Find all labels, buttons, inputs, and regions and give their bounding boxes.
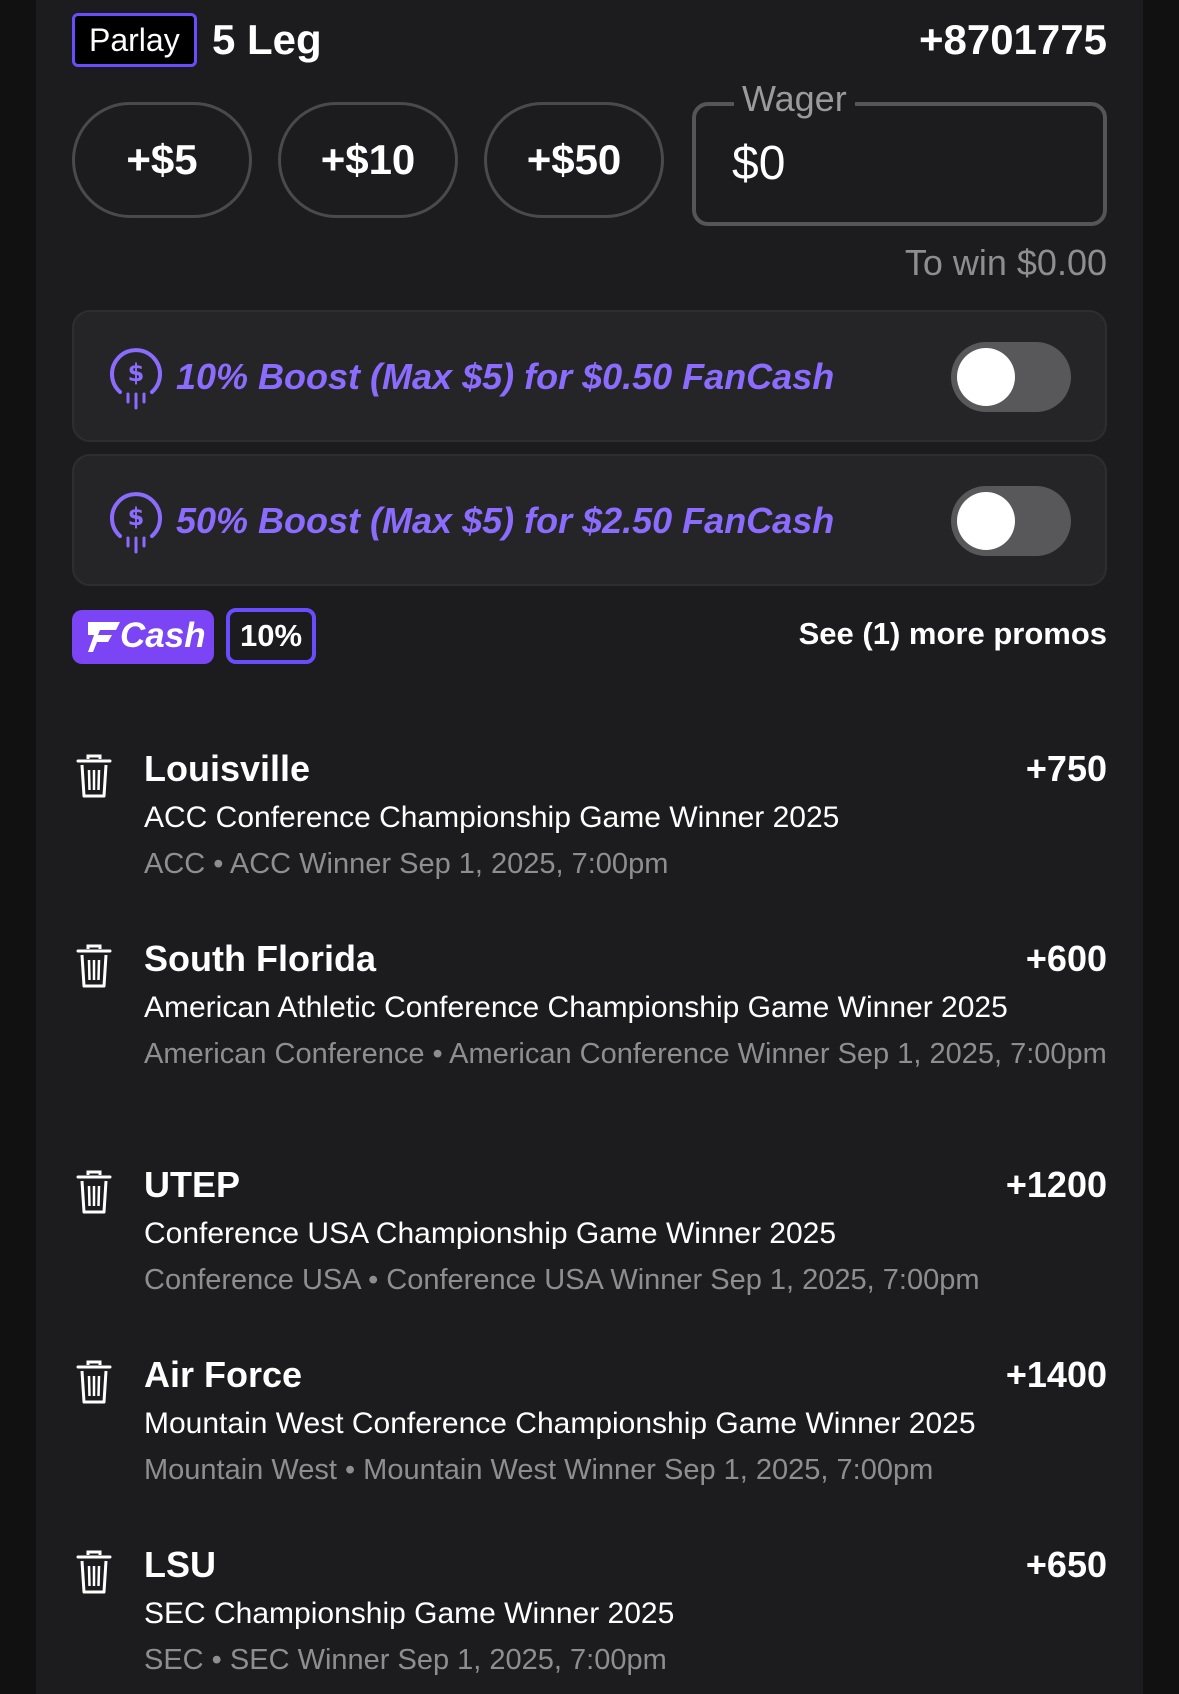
leg-item: Louisville +750 ACC Conference Champions… (72, 746, 1107, 896)
boost-toggle-50[interactable] (951, 486, 1071, 556)
boost-row-50: $ 50% Boost (Max $5) for $2.50 FanCash (72, 454, 1107, 586)
leg-market: SEC Championship Game Winner 2025 (144, 1597, 675, 1630)
wager-input[interactable]: Wager $0 (692, 78, 1107, 226)
boost-label: 10% Boost (Max $5) for $0.50 FanCash (176, 356, 835, 397)
leg-item: South Florida +600 American Athletic Con… (72, 936, 1107, 1116)
fancash-badge: Cash (72, 610, 214, 664)
leg-meta: American Conference • American Conferenc… (144, 1038, 1107, 1070)
leg-market: Mountain West Conference Championship Ga… (144, 1407, 976, 1440)
leg-item: Air Force +1400 Mountain West Conference… (72, 1352, 1107, 1502)
fancash-coin-icon: $ (110, 492, 162, 554)
add-5-button[interactable]: +$5 (72, 102, 252, 218)
fanduel-logo-icon (88, 622, 120, 652)
leg-market: American Athletic Conference Championshi… (144, 991, 1008, 1024)
fancash-coin-icon: $ (110, 348, 162, 410)
leg-team: Louisville (144, 748, 311, 789)
trash-icon[interactable] (76, 1170, 112, 1214)
leg-meta: Conference USA • Conference USA Winner S… (144, 1264, 980, 1296)
total-odds: +8701775 (918, 16, 1107, 63)
leg-team: UTEP (144, 1164, 241, 1205)
leg-odds: +1400 (1005, 1354, 1107, 1395)
leg-odds: +650 (1025, 1544, 1107, 1585)
leg-team: Air Force (144, 1354, 303, 1395)
leg-item: LSU +650 SEC Championship Game Winner 20… (72, 1542, 1107, 1692)
wager-value[interactable]: $0 (732, 136, 785, 191)
boost-row-10: $ 10% Boost (Max $5) for $0.50 FanCash (72, 310, 1107, 442)
svg-text:$: $ (128, 359, 145, 387)
trash-icon[interactable] (76, 1360, 112, 1404)
add-10-button[interactable]: +$10 (278, 102, 458, 218)
betslip-panel: Parlay 5 Leg +8701775 +$5 +$10 +$50 Wage… (36, 0, 1143, 1694)
leg-team: LSU (144, 1544, 216, 1585)
toggle-knob (957, 348, 1015, 406)
add-50-button[interactable]: +$50 (484, 102, 664, 218)
leg-meta: ACC • ACC Winner Sep 1, 2025, 7:00pm (144, 848, 669, 880)
leg-item: UTEP +1200 Conference USA Championship G… (72, 1162, 1107, 1312)
leg-count: 5 Leg (212, 16, 322, 63)
boost-toggle-10[interactable] (951, 342, 1071, 412)
parlay-badge: Parlay (72, 13, 197, 67)
to-win-amount: To win $0.00 (904, 242, 1107, 283)
wager-label: Wager (734, 78, 855, 120)
fancash-label: Cash (120, 616, 206, 655)
trash-icon[interactable] (76, 1550, 112, 1594)
boost-label: 50% Boost (Max $5) for $2.50 FanCash (176, 500, 835, 541)
leg-team: South Florida (144, 938, 376, 979)
leg-market: Conference USA Championship Game Winner … (144, 1217, 837, 1250)
leg-odds: +1200 (1005, 1164, 1107, 1205)
leg-meta: SEC • SEC Winner Sep 1, 2025, 7:00pm (144, 1644, 667, 1676)
quick-add-row: +$5 +$10 +$50 Wager $0 (72, 78, 1107, 226)
trash-icon[interactable] (76, 754, 112, 798)
leg-odds: +600 (1025, 938, 1107, 979)
leg-meta: Mountain West • Mountain West Winner Sep… (144, 1454, 934, 1486)
leg-odds: +750 (1025, 748, 1107, 789)
parlay-header: Parlay 5 Leg +8701775 (72, 12, 1107, 68)
fancash-percent-badge: 10% (226, 608, 317, 664)
leg-market: ACC Conference Championship Game Winner … (144, 801, 840, 834)
toggle-knob (957, 492, 1015, 550)
trash-icon[interactable] (76, 944, 112, 988)
svg-text:$: $ (128, 503, 145, 531)
more-promos-link[interactable]: See (1) more promos (799, 616, 1107, 652)
